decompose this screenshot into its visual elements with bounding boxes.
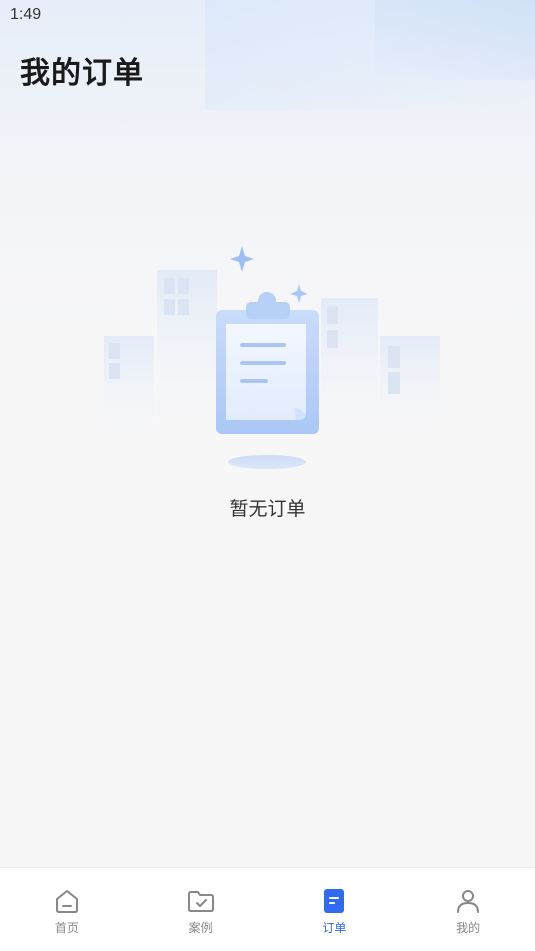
user-icon [457, 890, 480, 913]
empty-state-message: 暂无订单 [229, 498, 306, 520]
tab-home[interactable]: 首页 [0, 868, 134, 951]
tab-orders[interactable]: 订单 [268, 868, 402, 951]
tab-mine-label: 我的 [456, 921, 481, 935]
tab-mine[interactable]: 我的 [401, 868, 535, 951]
clipboard-icon [216, 292, 319, 434]
tab-cases-label: 案例 [188, 921, 213, 935]
tab-orders-label: 订单 [322, 921, 347, 935]
bottom-tab-bar: 首页 案例 订单 我的 [0, 867, 535, 951]
sparkle-icon [230, 246, 254, 272]
sparkle-icon [290, 284, 308, 303]
my-orders-screen: 1:49 我的订单 暂无订单 首页 案例 订单 我的 [0, 0, 535, 951]
status-time: 1:49 [10, 6, 42, 23]
folder-check-icon [187, 891, 214, 912]
illustration-shadow [228, 455, 306, 469]
empty-orders-illustration [104, 246, 440, 469]
tab-home-label: 首页 [54, 921, 79, 935]
order-document-icon [324, 889, 345, 913]
tab-cases[interactable]: 案例 [134, 868, 268, 951]
page-title: 我的订单 [20, 56, 144, 91]
home-icon [55, 890, 78, 913]
status-bar: 1:49 [0, 0, 535, 30]
